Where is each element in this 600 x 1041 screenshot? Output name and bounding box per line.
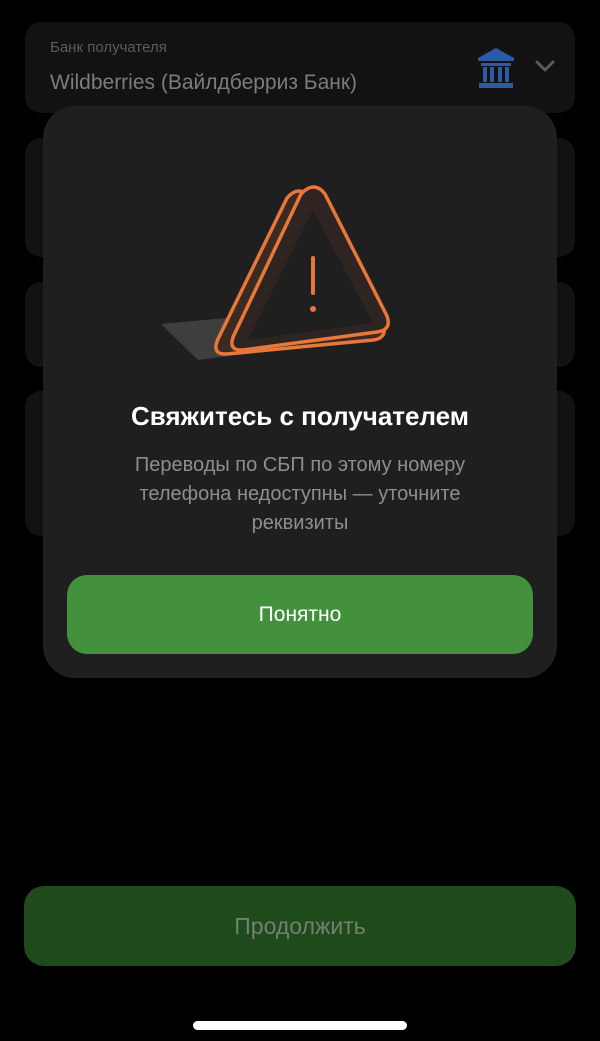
bank-field-label: Банк получателя [50, 39, 167, 56]
recipient-bank-field[interactable]: Банк получателя Wildberries (Вайлдберриз… [25, 22, 575, 113]
warning-triangle-icon [161, 185, 390, 360]
dialog-title: Свяжитесь с получателем [130, 401, 470, 431]
ok-button[interactable]: Понятно [67, 575, 533, 654]
bank-field-value: Wildberries (Вайлдберриз Банк) [50, 71, 358, 94]
alert-dialog: Свяжитесь с получателем Переводы по СБП … [43, 106, 557, 678]
dialog-message: Переводы по СБП по этому номеру телефона… [134, 454, 466, 534]
continue-button[interactable]: Продолжить [24, 886, 576, 966]
bank-icon [478, 48, 514, 88]
chevron-down-icon[interactable] [534, 59, 556, 73]
home-indicator[interactable] [193, 1021, 407, 1030]
